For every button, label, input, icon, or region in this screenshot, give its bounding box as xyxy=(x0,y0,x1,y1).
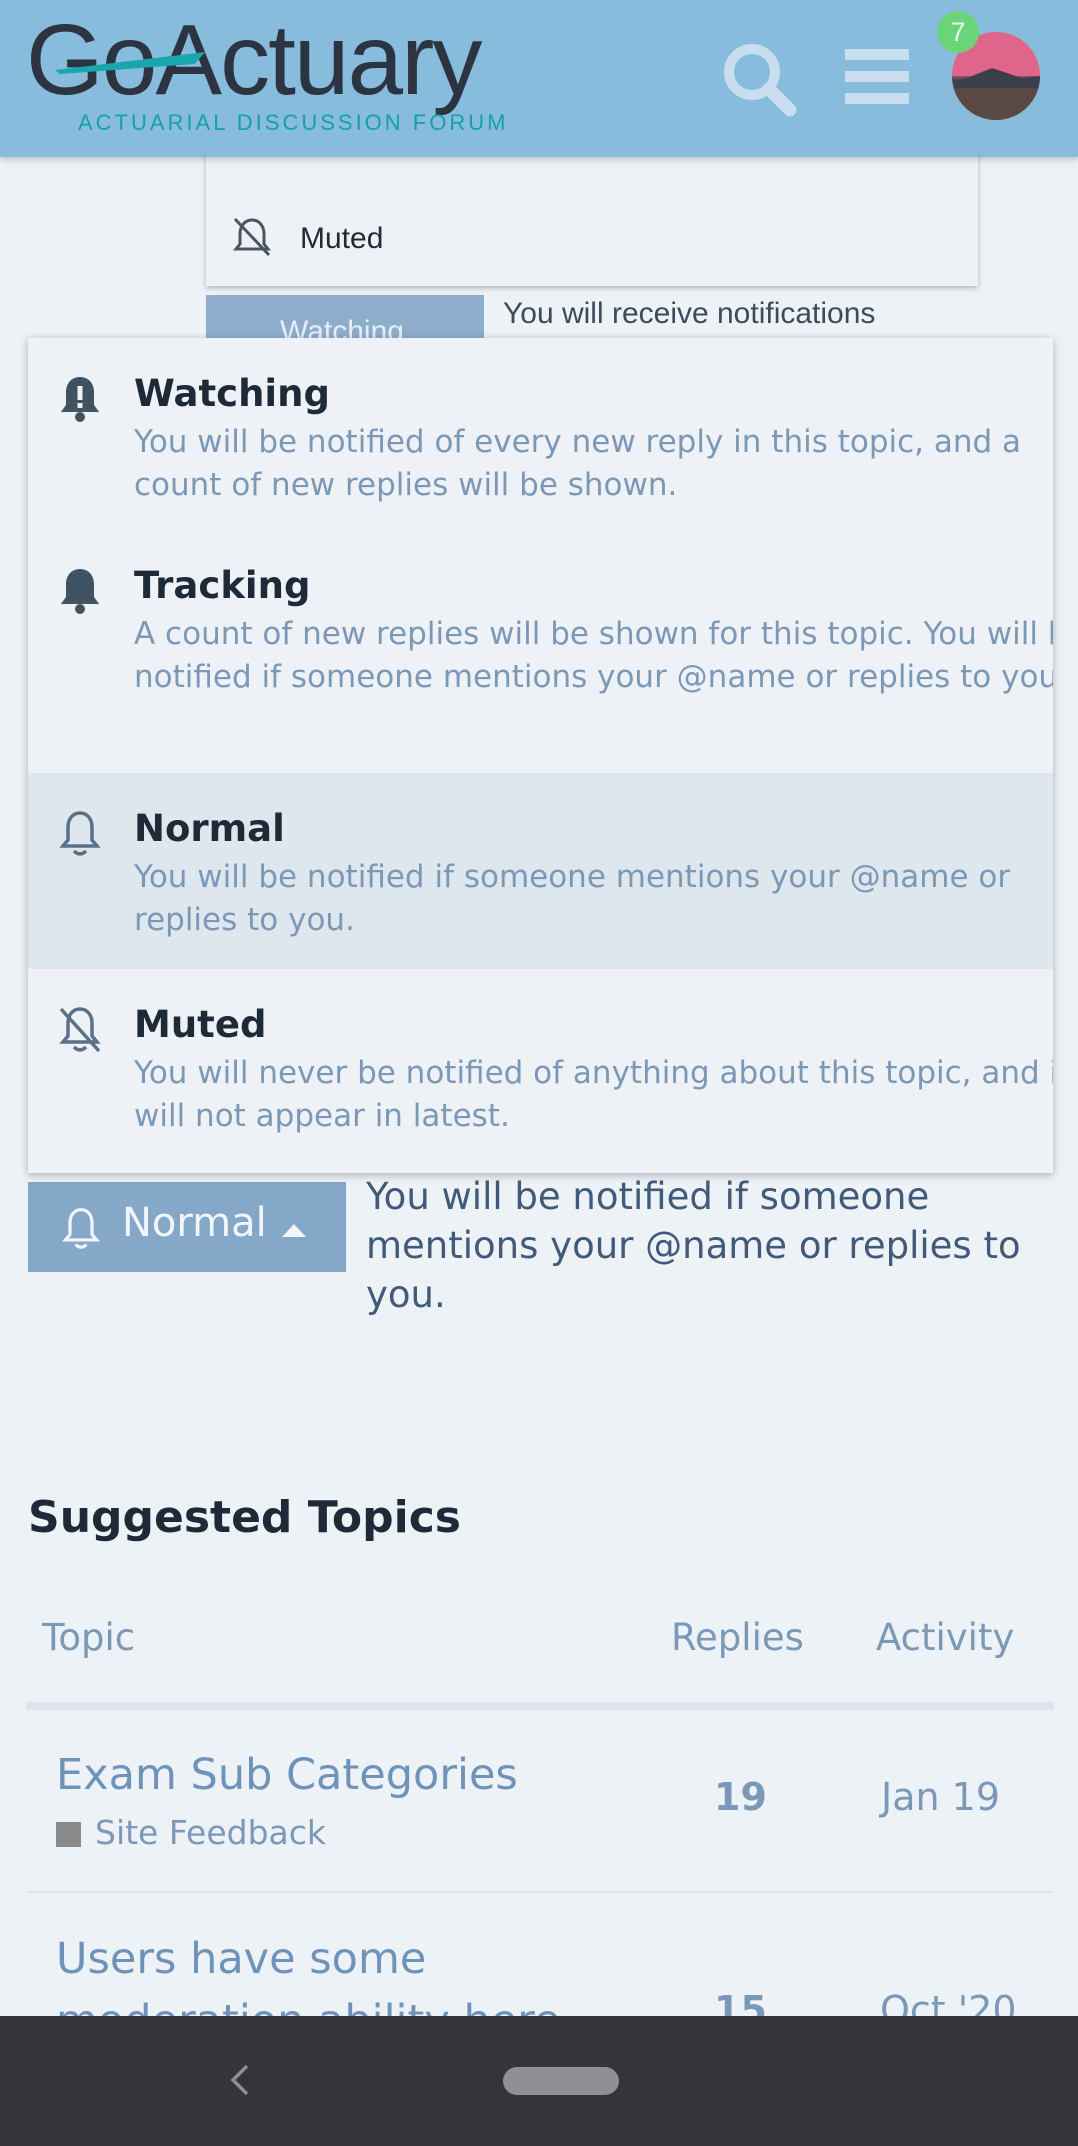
table-row-divider xyxy=(26,1891,1054,1893)
bell-outline-icon xyxy=(61,1208,101,1249)
column-header-topic: Topic xyxy=(42,1616,136,1659)
notification-level-label: Normal xyxy=(122,1200,267,1246)
topic-link[interactable]: Exam Sub Categories xyxy=(56,1750,518,1800)
bell-outline-icon xyxy=(59,811,101,856)
bell-slash-icon xyxy=(232,217,272,257)
back-chevron-icon[interactable] xyxy=(225,2060,255,2100)
activity-date[interactable]: Jan 19 xyxy=(881,1775,1000,1819)
option-title: Muted xyxy=(134,1003,267,1046)
notification-level-menu: Watching You will be notified of every n… xyxy=(28,338,1053,1173)
logo-subtitle: ACTUARIAL DISCUSSION FORUM xyxy=(78,110,509,135)
option-title: Tracking xyxy=(134,564,311,607)
bell-slash-icon xyxy=(59,1007,101,1053)
table-header-divider xyxy=(26,1702,1054,1710)
hamburger-menu-icon[interactable] xyxy=(845,47,909,107)
notification-badge[interactable]: 7 xyxy=(937,11,979,53)
site-header: GoActuary ACTUARIAL DISCUSSION FORUM xyxy=(0,0,1078,157)
bell-filled-icon xyxy=(61,569,99,614)
option-normal[interactable]: Normal You will be notified if someone m… xyxy=(28,773,1053,969)
category-color-square xyxy=(56,1822,81,1847)
option-description: You will be notified of every new reply … xyxy=(134,424,1022,503)
background-notification-menu xyxy=(206,150,978,286)
option-description: You will never be notified of anything a… xyxy=(134,1055,1053,1134)
reply-count[interactable]: 19 xyxy=(714,1775,767,1819)
category-link[interactable]: Site Feedback xyxy=(95,1813,326,1852)
column-header-replies: Replies xyxy=(671,1616,804,1659)
column-header-activity: Activity xyxy=(876,1616,1015,1659)
home-pill-button[interactable] xyxy=(503,2067,619,2095)
option-description: You will be notified if someone mentions… xyxy=(134,859,1011,938)
notification-level-description: You will be notified if someone mentions… xyxy=(366,1175,1021,1316)
option-title: Normal xyxy=(134,807,285,850)
caret-up-icon xyxy=(282,1224,306,1237)
option-muted[interactable]: Muted You will never be notified of anyt… xyxy=(28,969,1053,1173)
background-watching-description: You will receive notifications xyxy=(503,297,876,330)
bell-exclamation-icon xyxy=(61,377,99,422)
suggested-topics-heading: Suggested Topics xyxy=(28,1492,461,1543)
option-title: Watching xyxy=(134,372,330,415)
search-icon[interactable] xyxy=(720,40,798,118)
option-tracking[interactable]: Tracking A count of new replies will be … xyxy=(28,528,1053,773)
logo-swoosh-icon xyxy=(55,52,205,74)
option-watching[interactable]: Watching You will be notified of every n… xyxy=(28,338,1053,528)
background-muted-option[interactable]: Muted xyxy=(300,222,383,256)
option-description: A count of new replies will be shown for… xyxy=(134,616,1053,695)
